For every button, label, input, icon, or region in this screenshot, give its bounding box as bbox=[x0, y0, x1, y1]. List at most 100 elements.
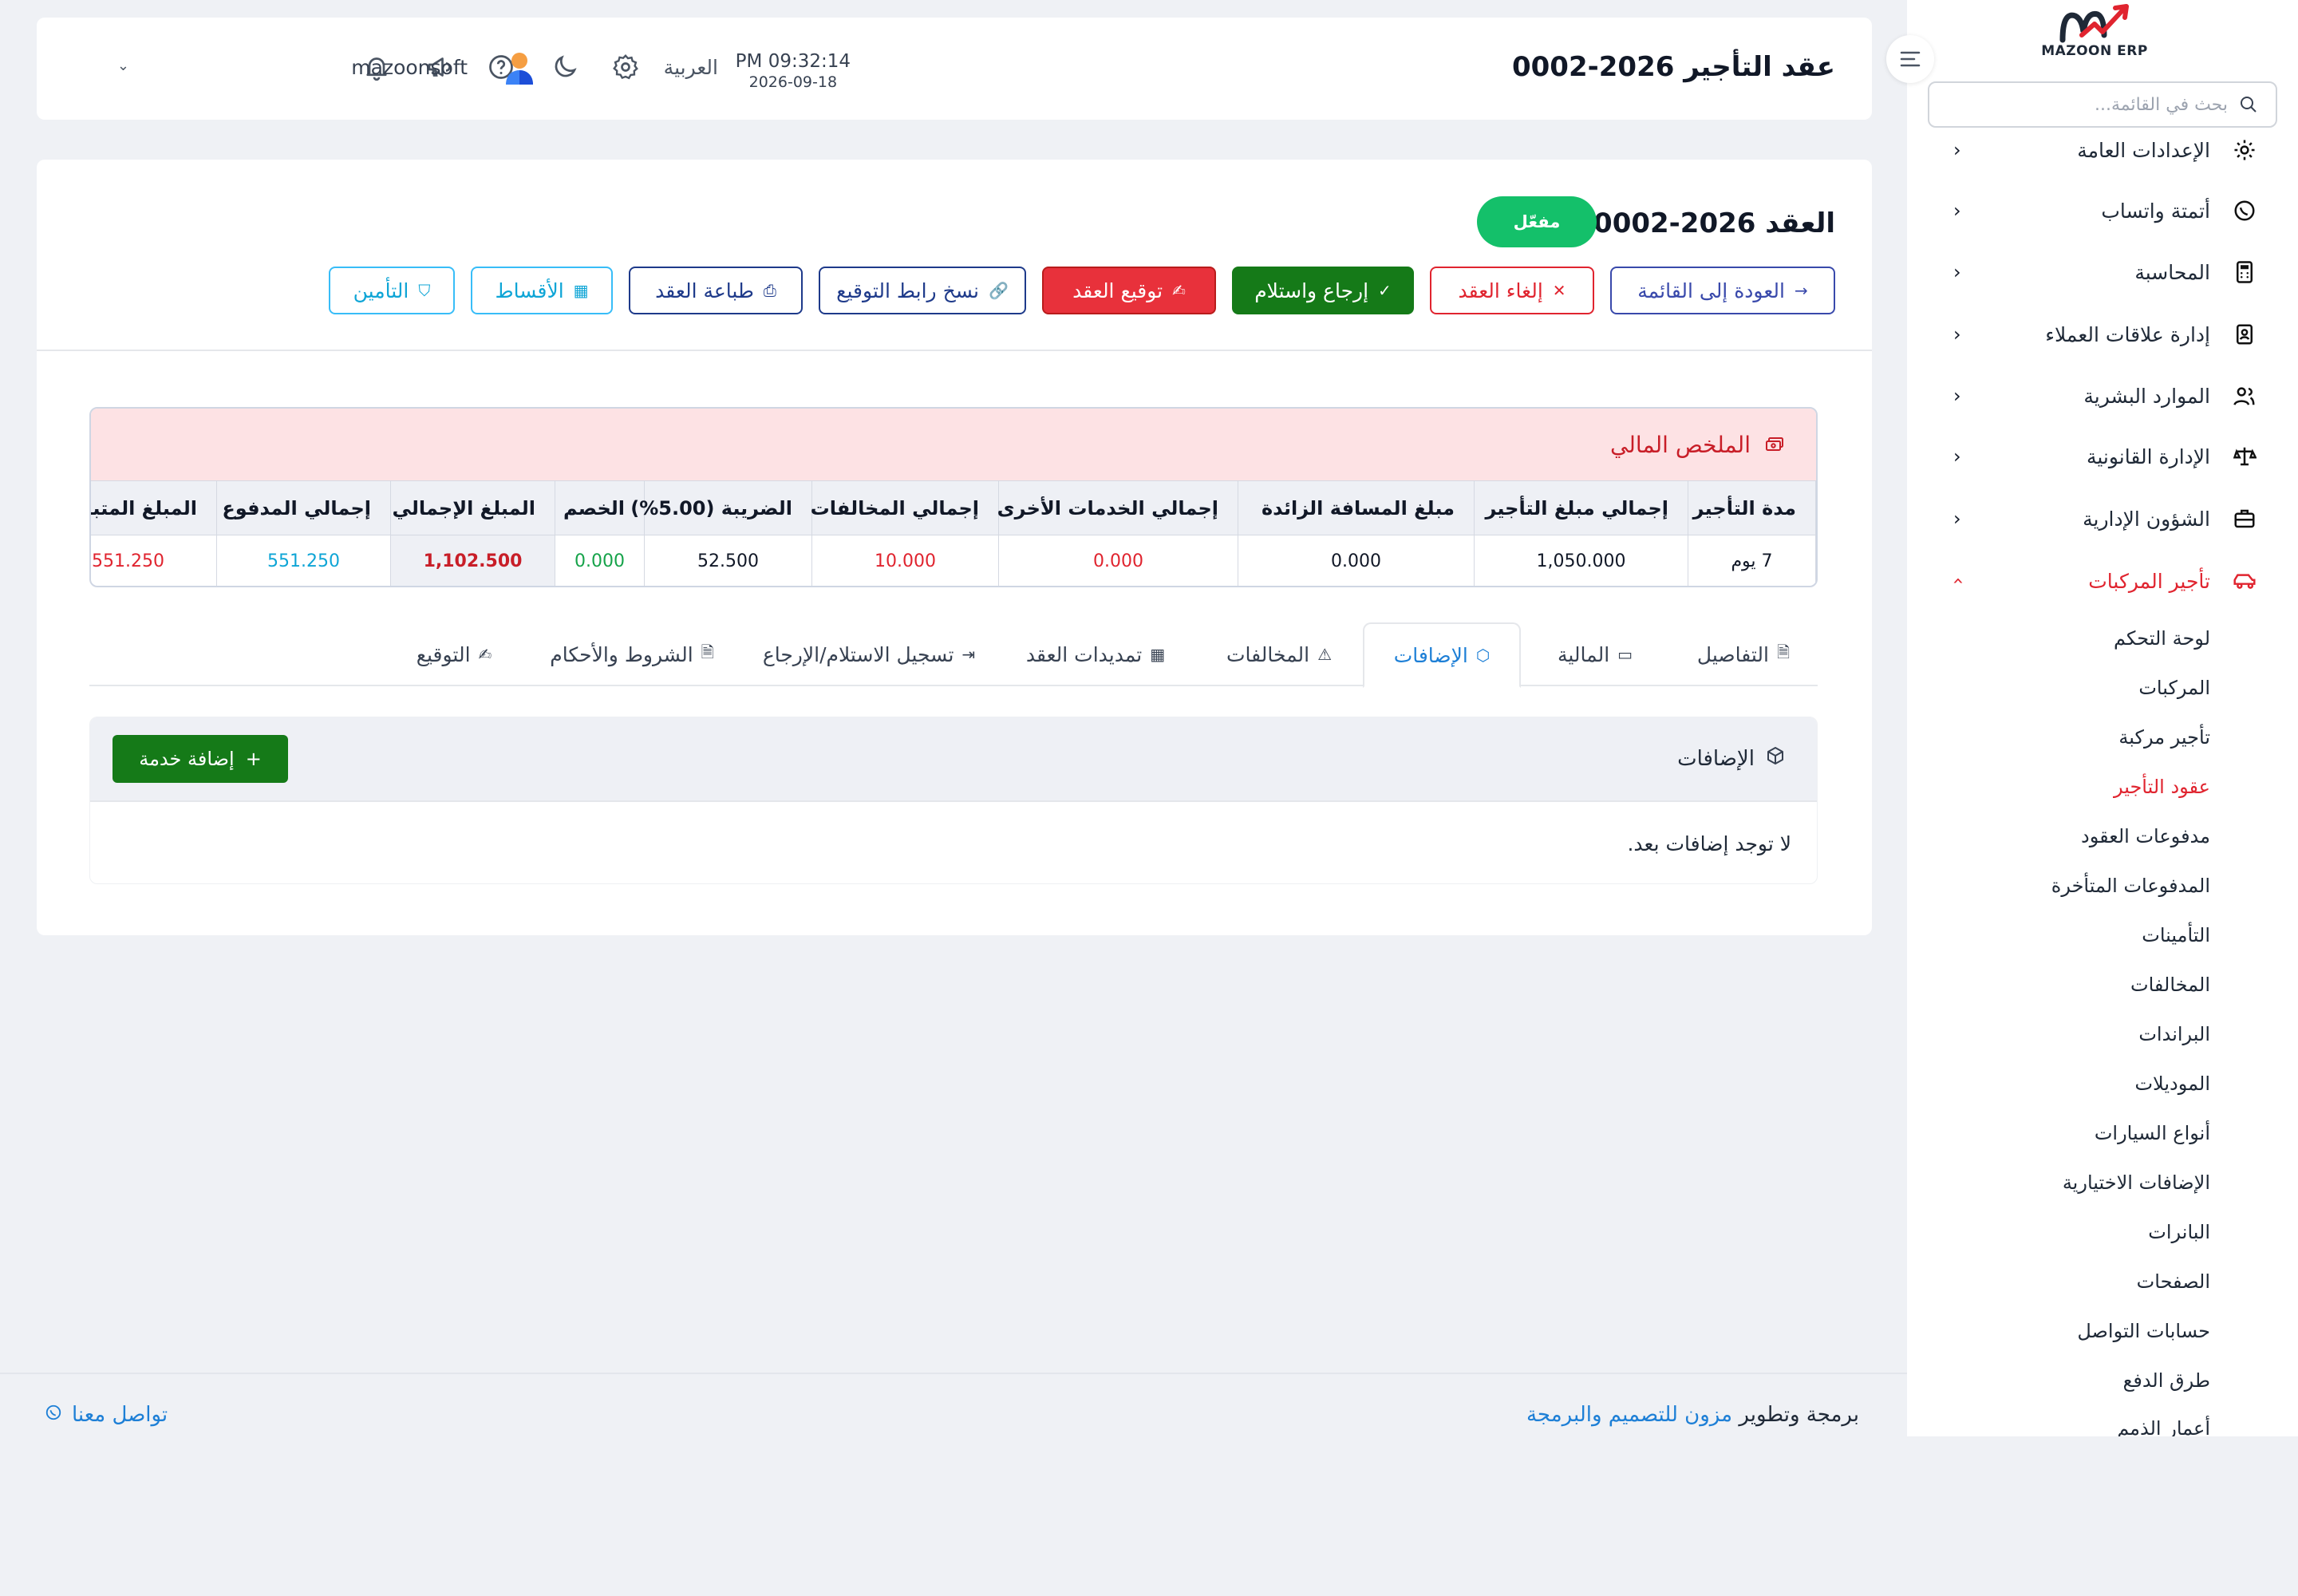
tab-terms[interactable]: 🗎 الشروط والأحكام bbox=[522, 622, 742, 686]
shield-icon: ⛉ bbox=[418, 281, 431, 300]
submenu-optional-addons[interactable]: الإضافات الاختيارية bbox=[2063, 1171, 2210, 1194]
sidebar-search-input[interactable] bbox=[1947, 94, 2228, 115]
submenu-social-accounts[interactable]: حسابات التواصل bbox=[2077, 1320, 2210, 1342]
exit-icon: ⇥ bbox=[961, 645, 976, 664]
scale-icon bbox=[2231, 443, 2258, 470]
sidebar-item-label: أتمتة واتساب bbox=[2101, 199, 2210, 223]
tab-checkin-return[interactable]: ⇥ تسجيل الاستلام/الإرجاع bbox=[742, 622, 996, 686]
footer-credit-prefix: برمجة وتطوير bbox=[1739, 1403, 1859, 1427]
tab-label: التفاصيل bbox=[1696, 642, 1769, 666]
submenu-contract-payments[interactable]: مدفوعات العقود bbox=[2081, 825, 2210, 847]
button-label: الأقساط bbox=[495, 279, 564, 302]
tab-violations[interactable]: ⚠ المخالفات bbox=[1195, 622, 1363, 686]
sidebar-item-admin[interactable]: الشؤون الإدارية ‹ bbox=[1907, 495, 2298, 543]
submenu-rent-vehicle[interactable]: تأجير مركبة bbox=[2118, 726, 2210, 749]
button-label: العودة إلى القائمة bbox=[1637, 279, 1785, 302]
car-icon bbox=[2231, 567, 2258, 595]
submenu-vehicles[interactable]: المركبات bbox=[2138, 677, 2210, 699]
settings-button[interactable] bbox=[610, 51, 642, 83]
sidebar-toggle-button[interactable] bbox=[1886, 35, 1934, 83]
dark-mode-toggle[interactable] bbox=[549, 51, 581, 83]
submenu-insurances[interactable]: التأمينات bbox=[2142, 924, 2210, 946]
box-icon bbox=[1766, 746, 1785, 771]
chevron-down-icon[interactable]: ⌄ bbox=[117, 57, 129, 74]
insurance-button[interactable]: ⛉ التأمين bbox=[329, 267, 455, 314]
submenu-brands[interactable]: البراندات bbox=[2138, 1023, 2210, 1045]
submenu-banners[interactable]: البانرات bbox=[2148, 1221, 2210, 1243]
avatar[interactable] bbox=[499, 48, 539, 88]
tab-label: المخالفات bbox=[1226, 642, 1310, 666]
submenu-dashboard[interactable]: لوحة التحكم bbox=[2114, 627, 2210, 650]
submenu-payment-methods[interactable]: طرق الدفع bbox=[2123, 1369, 2210, 1392]
chevron-left-icon: ‹ bbox=[1953, 385, 1961, 407]
additions-title: الإضافات bbox=[1677, 746, 1755, 771]
back-to-list-button[interactable]: → العودة إلى القائمة bbox=[1610, 267, 1835, 314]
sidebar-item-label: الشؤون الإدارية bbox=[2083, 507, 2210, 531]
grand-total-cell: 1,102.500 bbox=[390, 535, 555, 586]
button-label: إضافة خدمة bbox=[139, 748, 235, 770]
sidebar-search[interactable] bbox=[1928, 81, 2277, 128]
submenu-models[interactable]: الموديلات bbox=[2134, 1073, 2210, 1095]
discount-cell: 0.000 bbox=[555, 535, 645, 586]
money-icon: ▭ bbox=[1617, 645, 1633, 664]
check-icon: ✓ bbox=[1378, 281, 1392, 300]
submenu-late-payments[interactable]: المدفوعات المتأخرة bbox=[2051, 875, 2210, 897]
financial-table: مدة التأجير إجمالي مبلغ التأجير مبلغ الم… bbox=[91, 480, 1816, 586]
tab-label: الشروط والأحكام bbox=[550, 642, 693, 666]
search-icon bbox=[2241, 97, 2257, 113]
sign-contract-button[interactable]: ✍ توقيع العقد bbox=[1042, 267, 1216, 314]
sidebar-item-label: المحاسبة bbox=[2134, 260, 2210, 284]
rental-total-cell: 1,050.000 bbox=[1474, 535, 1688, 586]
tab-label: المالية bbox=[1557, 642, 1610, 666]
button-label: طباعة العقد bbox=[655, 279, 754, 302]
arrow-right-icon: → bbox=[1794, 281, 1808, 300]
contact-us-link[interactable]: تواصل معنا bbox=[45, 1403, 168, 1427]
print-contract-button[interactable]: ⎙ طباعة العقد bbox=[629, 267, 803, 314]
installments-button[interactable]: ▦ الأقساط bbox=[471, 267, 613, 314]
additions-panel: الإضافات + إضافة خدمة لا توجد إضافات بعد… bbox=[89, 717, 1818, 884]
sidebar-item-hr[interactable]: الموارد البشرية ‹ bbox=[1907, 372, 2298, 420]
clock: PM 09:32:14 2026-09-18 bbox=[736, 51, 851, 91]
button-label: التأمين bbox=[353, 279, 409, 302]
gear-icon bbox=[613, 54, 638, 80]
tab-financial[interactable]: ▭ المالية bbox=[1521, 622, 1669, 686]
tab-details[interactable]: 🗎 التفاصيل bbox=[1669, 622, 1818, 686]
whatsapp-icon bbox=[2231, 197, 2258, 224]
copy-sign-link-button[interactable]: 🔗 نسخ رابط التوقيع bbox=[819, 267, 1026, 314]
language-switcher[interactable]: العربية bbox=[664, 56, 718, 79]
logo[interactable]: MAZOON ERP bbox=[2035, 0, 2154, 69]
column-header: مبلغ المسافة الزائدة bbox=[1238, 480, 1475, 535]
cancel-contract-button[interactable]: ✕ إلغاء العقد bbox=[1430, 267, 1594, 314]
sidebar-item-label: تأجير المركبات bbox=[2088, 569, 2210, 593]
additions-header: الإضافات + إضافة خدمة bbox=[90, 717, 1817, 802]
tab-additions[interactable]: ⬡ الإضافات bbox=[1363, 622, 1521, 688]
contract-card: العقد 2026-0002 مفعّل → العودة إلى القائ… bbox=[37, 160, 1872, 935]
add-service-button[interactable]: + إضافة خدمة bbox=[113, 735, 288, 783]
gear-icon bbox=[2231, 136, 2258, 164]
submenu-receivables-aging[interactable]: أعمار الذمم bbox=[2117, 1417, 2210, 1436]
tab-extensions[interactable]: ▦ تمديدات العقد bbox=[996, 622, 1195, 686]
sidebar-item-accounting[interactable]: المحاسبة ‹ bbox=[1907, 248, 2298, 296]
contact-label: تواصل معنا bbox=[72, 1403, 168, 1427]
sidebar-item-vehicle-rental[interactable]: تأجير المركبات ‹ bbox=[1907, 557, 2298, 605]
return-receive-button[interactable]: ✓ إرجاع واستلام bbox=[1232, 267, 1414, 314]
submenu-car-types[interactable]: أنواع السيارات bbox=[2095, 1122, 2210, 1144]
sidebar-item-legal[interactable]: الإدارة القانونية ‹ bbox=[1907, 433, 2298, 480]
chevron-left-icon: ‹ bbox=[1953, 508, 1961, 530]
clock-time: PM 09:32:14 bbox=[735, 51, 851, 72]
column-header: إجمالي المخالفات bbox=[811, 480, 999, 535]
table-header-row: مدة التأجير إجمالي مبلغ التأجير مبلغ الم… bbox=[91, 480, 1816, 535]
sidebar-item-general-settings[interactable]: الإعدادات العامة ‹ bbox=[1907, 126, 2298, 174]
clock-date: 2026-09-18 bbox=[748, 73, 838, 91]
status-badge: مفعّل bbox=[1477, 196, 1597, 247]
submenu-violations[interactable]: المخالفات bbox=[2130, 974, 2210, 996]
submenu-rental-contracts[interactable]: عقود التأجير bbox=[2114, 776, 2210, 798]
username[interactable]: mazoonsoft bbox=[351, 56, 468, 79]
submenu-pages[interactable]: الصفحات bbox=[2137, 1270, 2210, 1293]
sidebar-item-crm[interactable]: إدارة علاقات العملاء ‹ bbox=[1907, 310, 2298, 358]
tab-signature[interactable]: ✍ التوقيع bbox=[386, 622, 522, 686]
footer-brand-link[interactable]: مزون للتصميم والبرمجة bbox=[1526, 1403, 1732, 1427]
column-header: الضريبة (5.00%) bbox=[630, 480, 812, 535]
tab-label: التوقيع bbox=[416, 642, 471, 666]
sidebar-item-whatsapp[interactable]: أتمتة واتساب ‹ bbox=[1907, 187, 2298, 235]
